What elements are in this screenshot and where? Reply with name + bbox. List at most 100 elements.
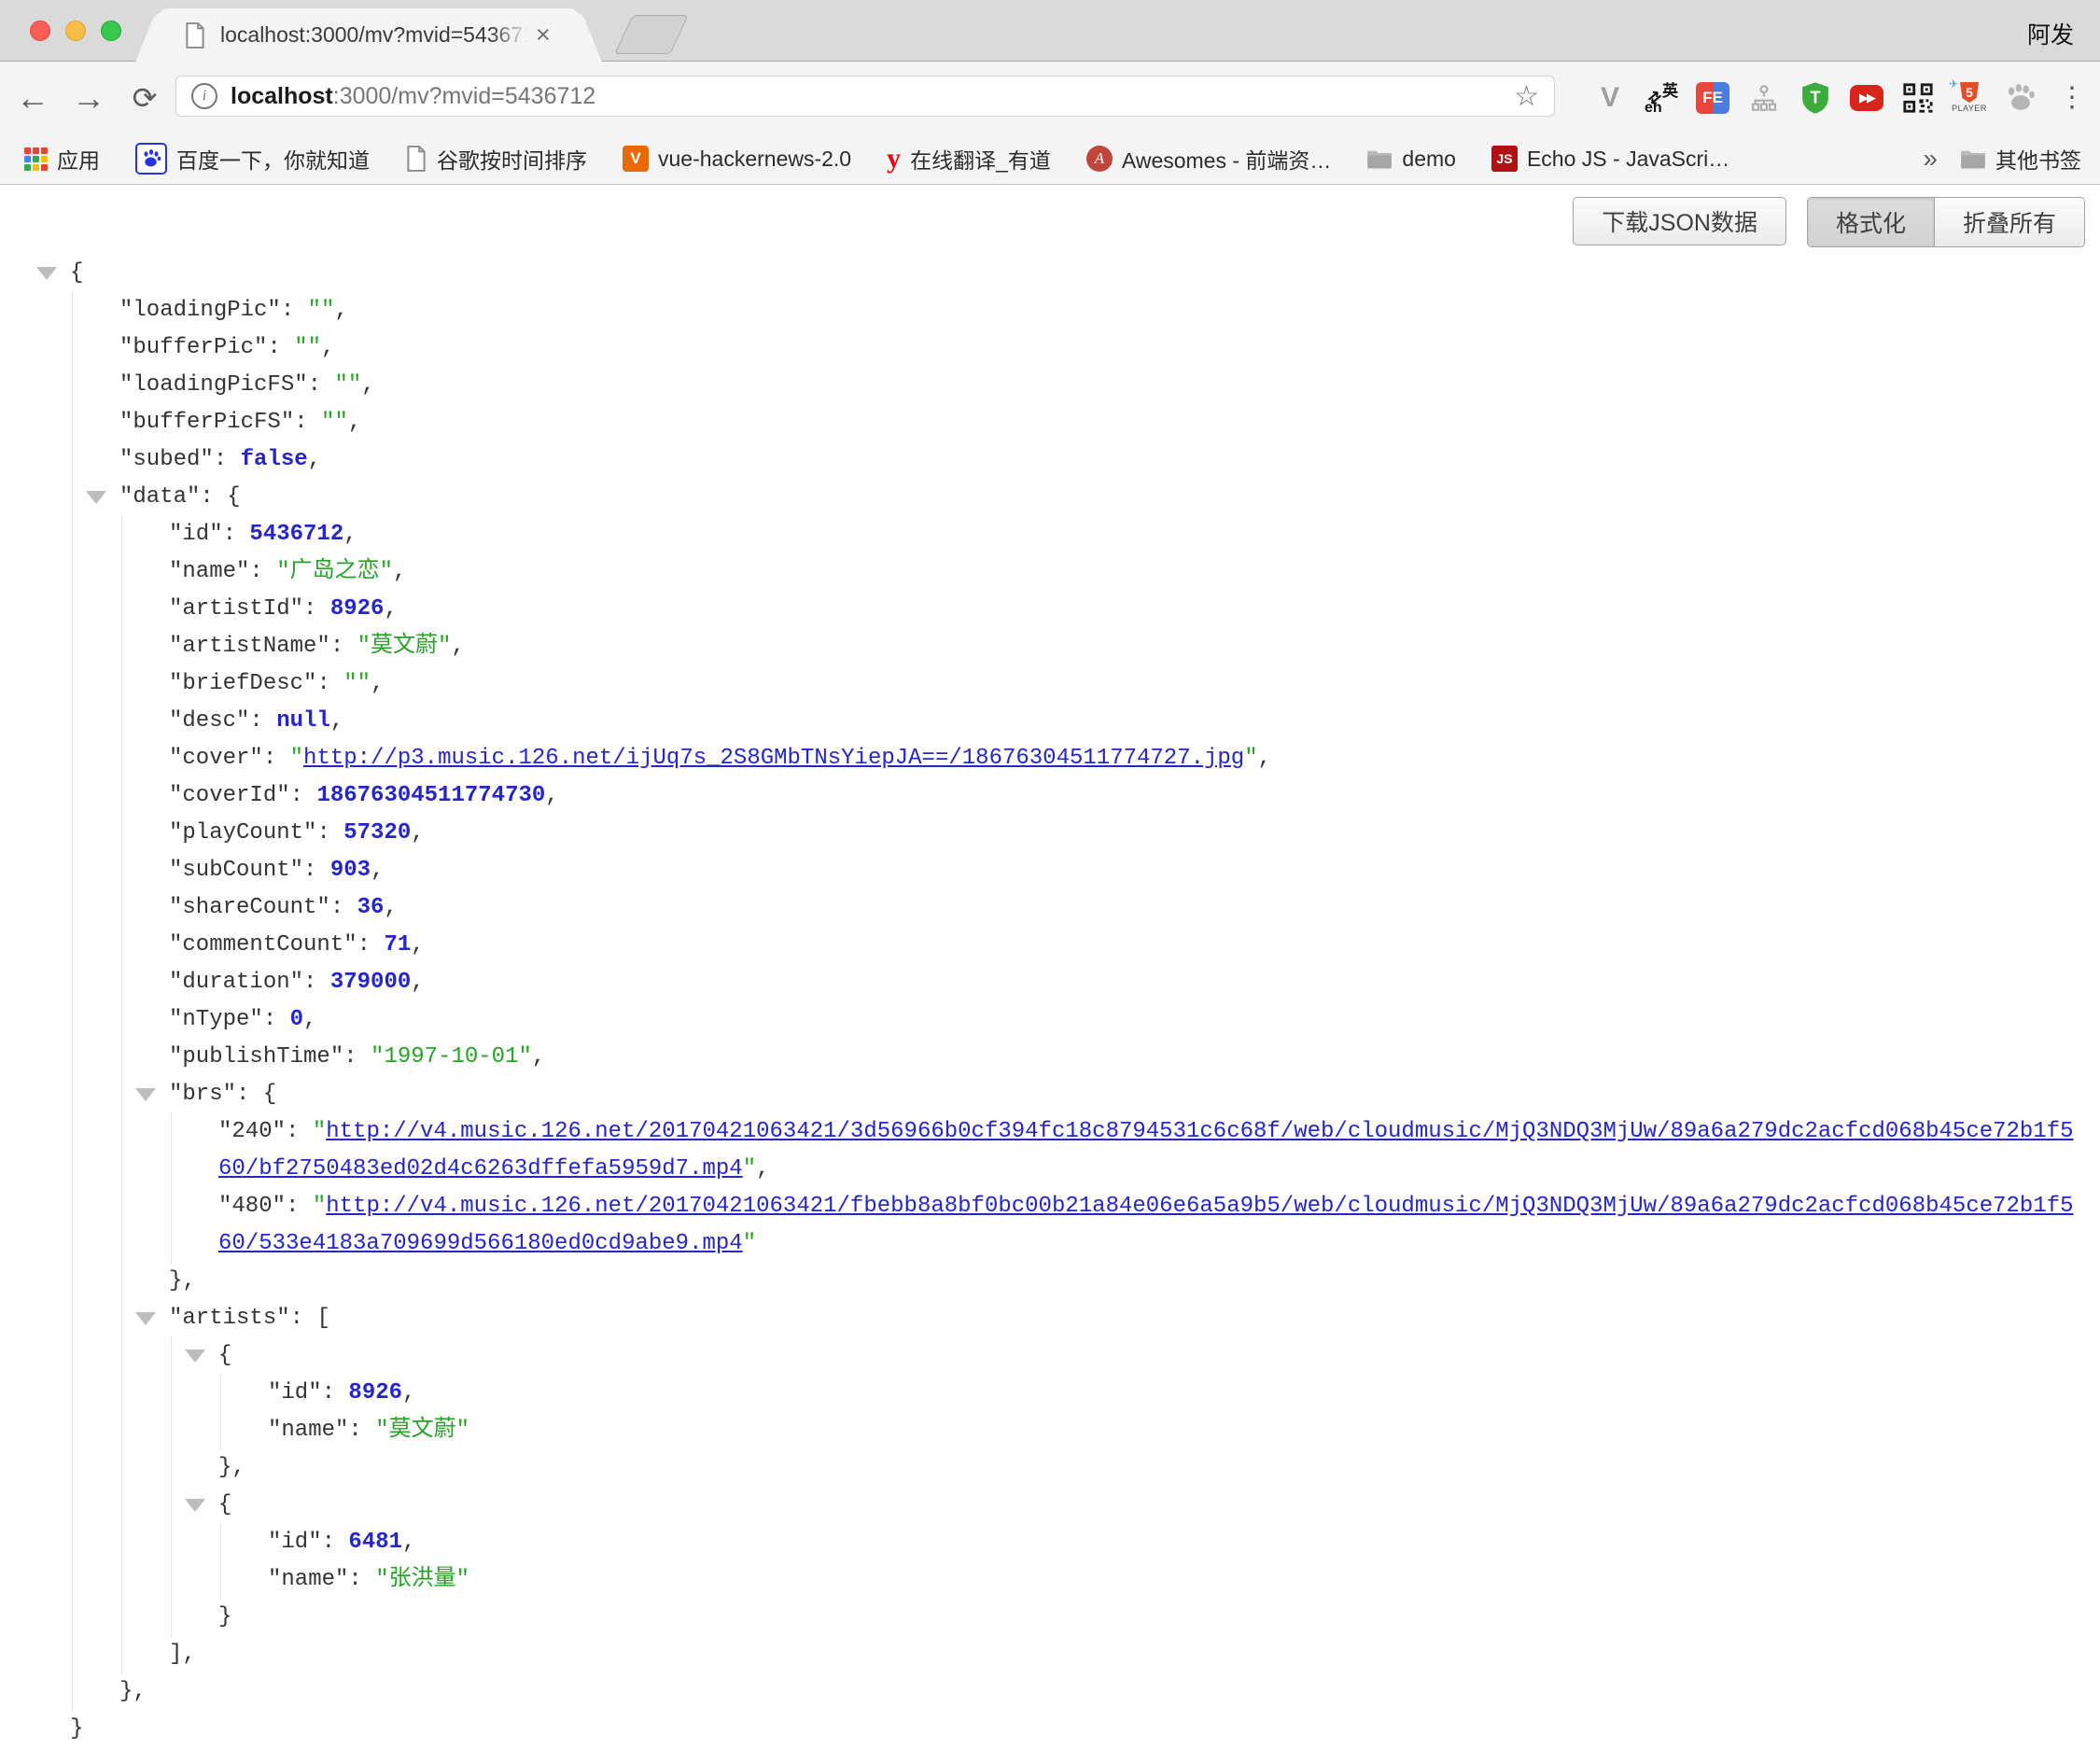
json-children: {"id": 8926,"name": "莫文蔚"},{"id": 6481,"…: [171, 1337, 2083, 1636]
bookmark-baidu[interactable]: 百度一下，你就知道: [135, 143, 370, 175]
json-token: 8926: [348, 1380, 402, 1405]
html5-player-icon[interactable]: ✈ 5 PLAYER: [1953, 79, 1986, 117]
json-children: "id": 8926,"name": "莫文蔚": [220, 1375, 2083, 1449]
bookmarks-bar: 应用 百度一下，你就知道 谷歌按时间排序 V vue-hackernews-2.…: [0, 133, 2100, 185]
page-icon: [405, 146, 427, 172]
json-link[interactable]: http://p3.music.126.net/ijUq7s_2S8GMbTNs…: [303, 746, 1244, 771]
back-button[interactable]: ←: [6, 62, 60, 133]
collapse-toggle-icon[interactable]: [135, 1312, 156, 1325]
url-host: localhost: [231, 83, 333, 109]
json-children: "loadingPic": "","bufferPic": "","loadin…: [72, 292, 2083, 1711]
json-children: "id": 5436712,"name": "广岛之恋","artistId":…: [121, 516, 2083, 1673]
json-line: "duration": 379000,: [169, 964, 2083, 1001]
json-token: :: [303, 858, 330, 883]
url-text[interactable]: localhost:3000/mv?mvid=5436712: [231, 83, 595, 110]
json-token: 8926: [330, 596, 385, 622]
json-token: ,: [384, 596, 397, 622]
shield-extension-icon[interactable]: T: [1799, 79, 1832, 117]
json-line: "nType": 0,: [169, 1001, 2083, 1039]
json-token: :: [281, 298, 308, 323]
svg-text:T: T: [1811, 88, 1821, 106]
json-token: "": [294, 335, 321, 360]
video-speed-icon[interactable]: ▶▶: [1850, 79, 1883, 117]
json-link[interactable]: http://v4.music.126.net/20170421063421/f…: [218, 1194, 2074, 1256]
json-token: ": [743, 1156, 756, 1182]
json-token: "data": [119, 484, 200, 510]
maximize-window-button[interactable]: [101, 21, 121, 41]
json-token: ,: [321, 335, 334, 360]
tab-close-icon[interactable]: ×: [536, 22, 551, 48]
other-bookmarks-folder[interactable]: 其他书签: [1960, 143, 2081, 175]
browser-toolbar: ← → ⟳ i localhost:3000/mv?mvid=5436712 ☆…: [0, 62, 2100, 133]
json-link[interactable]: http://v4.music.126.net/20170421063421/3…: [218, 1119, 2074, 1182]
json-token: false: [241, 447, 308, 472]
tab-strip: localhost:3000/mv?mvid=5436712 × 阿发: [0, 0, 2100, 62]
download-json-button[interactable]: 下载JSON数据: [1573, 197, 1786, 245]
new-tab-button[interactable]: [614, 15, 689, 54]
sitemap-icon[interactable]: [1747, 79, 1781, 117]
json-line: },: [169, 1263, 2083, 1300]
json-line: },: [119, 1673, 2083, 1711]
json-token: {: [263, 1082, 276, 1107]
json-token: 5436712: [249, 522, 343, 547]
bookmark-apps[interactable]: 应用: [24, 143, 100, 175]
json-token: "480": [218, 1194, 286, 1219]
browser-tab[interactable]: localhost:3000/mv?mvid=5436712 ×: [159, 8, 579, 62]
address-bar[interactable]: i localhost:3000/mv?mvid=5436712 ☆: [175, 76, 1555, 117]
collapse-toggle-icon[interactable]: [185, 1349, 205, 1363]
json-token: [: [316, 1306, 329, 1331]
awesomes-icon: A: [1086, 146, 1113, 172]
forward-button[interactable]: →: [62, 62, 116, 133]
json-line: "publishTime": "1997-10-01",: [169, 1039, 2083, 1076]
json-token: "duration": [169, 970, 303, 995]
collapse-toggle-icon[interactable]: [86, 491, 106, 504]
json-line: "bufferPic": "",: [119, 329, 2083, 367]
browser-menu-icon[interactable]: ⋮: [2055, 79, 2089, 117]
collapse-toggle-icon[interactable]: [185, 1499, 205, 1512]
json-token: ,: [384, 895, 397, 920]
format-button[interactable]: 格式化: [1808, 198, 1934, 246]
bookmark-awesomes[interactable]: A Awesomes - 前端资…: [1086, 143, 1332, 175]
vue-devtools-icon[interactable]: V: [1593, 79, 1627, 117]
bookmark-label: vue-hackernews-2.0: [658, 147, 851, 172]
json-line: "name": "广岛之恋",: [169, 553, 2083, 591]
json-token: ,: [1258, 746, 1271, 771]
collapse-toggle-icon[interactable]: [135, 1088, 156, 1101]
json-token: :: [290, 1306, 317, 1331]
json-token: "briefDesc": [169, 671, 316, 696]
json-line: "subed": false,: [119, 441, 2083, 479]
json-viewer-actions: 下载JSON数据 格式化 折叠所有: [1573, 197, 2085, 247]
paw-extension-icon[interactable]: [2004, 79, 2037, 117]
qr-code-icon[interactable]: [1901, 79, 1935, 117]
bookmark-echojs[interactable]: JS Echo JS - JavaScri…: [1491, 146, 1729, 172]
page-content: 下载JSON数据 格式化 折叠所有 {"loadingPic": "","buf…: [0, 186, 2100, 1637]
json-token: :: [330, 895, 357, 920]
json-token: :: [330, 634, 357, 659]
echojs-icon: JS: [1491, 146, 1518, 172]
json-token: "": [308, 298, 335, 323]
json-token: 379000: [330, 970, 411, 995]
profile-name[interactable]: 阿发: [2027, 17, 2074, 50]
bookmark-vue-hackernews[interactable]: V vue-hackernews-2.0: [623, 146, 851, 172]
json-token: :: [316, 820, 343, 846]
bookmark-folder-demo[interactable]: demo: [1366, 147, 1456, 172]
collapse-all-button[interactable]: 折叠所有: [1934, 198, 2084, 246]
json-line: "commentCount": 71,: [169, 927, 2083, 964]
translate-icon[interactable]: 英 en ⇄: [1645, 79, 1678, 117]
bookmark-star-icon[interactable]: ☆: [1514, 80, 1539, 113]
collapse-toggle-icon[interactable]: [36, 267, 57, 280]
json-token: :: [343, 1044, 371, 1070]
site-info-icon[interactable]: i: [191, 83, 217, 109]
reload-button[interactable]: ⟳: [118, 62, 172, 133]
bookmarks-overflow-chevron[interactable]: »: [1923, 144, 1938, 174]
json-line: "artistName": "莫文蔚",: [169, 628, 2083, 665]
close-window-button[interactable]: [30, 21, 50, 41]
bookmark-google-sort[interactable]: 谷歌按时间排序: [405, 143, 587, 175]
minimize-window-button[interactable]: [65, 21, 86, 41]
json-token: :: [357, 932, 385, 958]
ffwd-glyph: ▶▶: [1850, 85, 1883, 111]
fe-toolbox-icon[interactable]: FE: [1696, 79, 1729, 117]
json-line: "name": "莫文蔚": [268, 1412, 2083, 1449]
bookmark-youdao[interactable]: y 在线翻译_有道: [887, 143, 1051, 175]
json-token: "shareCount": [169, 895, 330, 920]
